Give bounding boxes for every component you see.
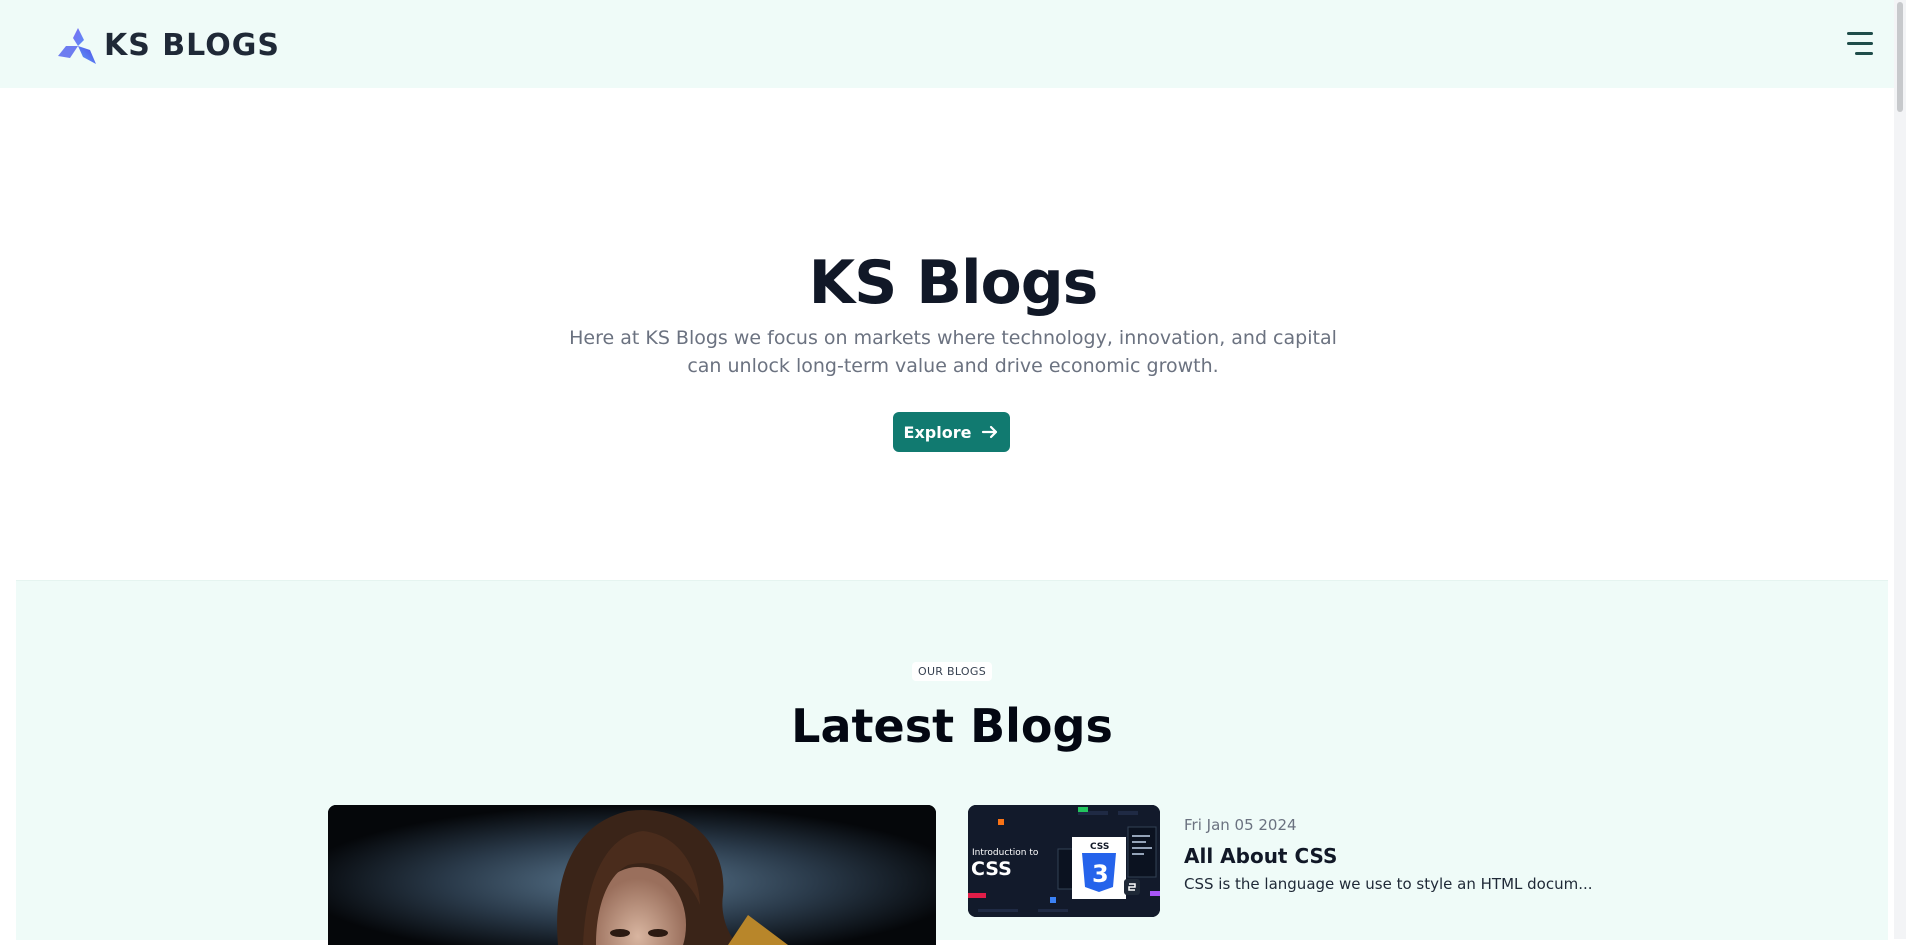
latest-blogs-section: OUR BLOGS Latest Blogs Introduction to C… [16, 580, 1888, 945]
thumb-intro-text: Introduction to [972, 848, 1039, 858]
blog-post-thumbnail[interactable]: Introduction to CSS CSS 3 [968, 805, 1160, 917]
hamburger-menu-button[interactable] [1845, 32, 1873, 56]
explore-button[interactable]: Explore [893, 412, 1010, 452]
brand-logo[interactable]: KS BLOGS [56, 24, 280, 68]
hero-title: KS Blogs [808, 248, 1099, 318]
post-title-link[interactable]: All About CSS [1184, 844, 1337, 868]
thumb-shield-number: 3 [1092, 860, 1109, 888]
scrollbar-thumb[interactable] [1897, 2, 1903, 112]
thumb-badge-text: CSS [1090, 842, 1109, 852]
triskele-logo-icon [58, 28, 96, 64]
hamburger-menu-icon [1847, 32, 1873, 35]
explore-button-label: Explore [903, 422, 972, 442]
post-date: Fri Jan 05 2024 [1184, 816, 1297, 834]
section-eyebrow: OUR BLOGS [16, 662, 1888, 681]
brand-name: KS BLOGS [104, 28, 280, 63]
post-excerpt: CSS is the language we use to style an H… [1184, 875, 1593, 893]
hamburger-menu-icon-line [1855, 52, 1873, 55]
hamburger-menu-icon-line [1847, 42, 1873, 45]
page-scrollbar[interactable] [1894, 0, 1906, 939]
thumb-big-text: CSS [971, 858, 1012, 880]
featured-blog-card[interactable] [328, 805, 936, 945]
hero-section: KS Blogs Here at KS Blogs we focus on ma… [0, 88, 1906, 580]
eyebrow-badge: OUR BLOGS [912, 662, 992, 681]
site-header: KS BLOGS [0, 0, 1906, 88]
arrow-right-icon [982, 425, 998, 439]
css-thumbnail-image: Introduction to CSS CSS 3 [968, 805, 1160, 917]
hero-description: Here at KS Blogs we focus on markets whe… [569, 327, 1337, 377]
section-title: Latest Blogs [791, 699, 1113, 753]
featured-blog-image [328, 805, 936, 945]
